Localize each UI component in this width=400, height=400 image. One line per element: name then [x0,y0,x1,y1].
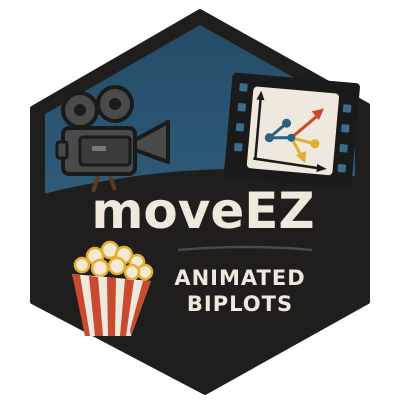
moveez-hex-logo: moveEZ ANIMATED BIPLOTS [30,9,370,395]
film-strip-biplot-icon [223,72,360,189]
logo-title: moveEZ [91,182,314,240]
subtitle-line-1: ANIMATED [174,266,305,290]
subtitle-line-2: BIPLOTS [187,292,293,316]
